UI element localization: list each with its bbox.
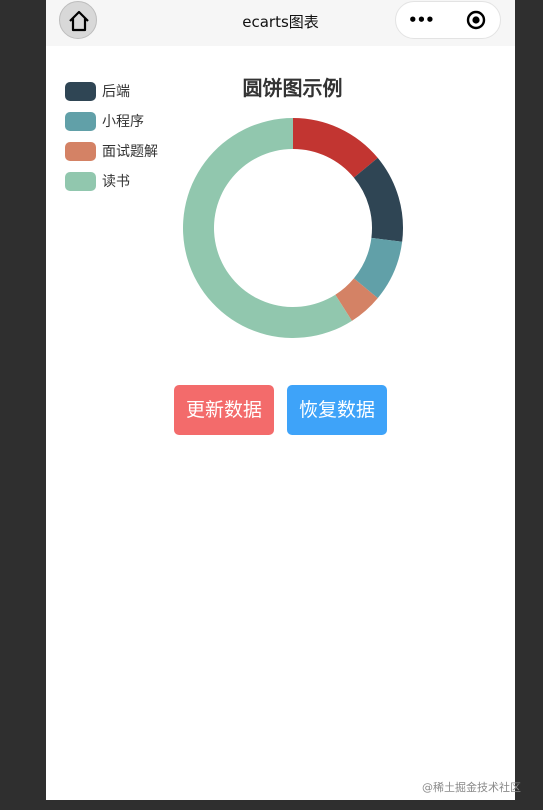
update-data-button[interactable]: 更新数据 xyxy=(174,385,274,435)
watermark: @稀土掘金技术社区 xyxy=(422,781,521,794)
donut-chart xyxy=(182,118,404,338)
restore-data-button[interactable]: 恢复数据 xyxy=(287,385,387,435)
phone-screen: ecarts图表 ••• 后端 小程序 面试题解 读书 圆饼图示例 更新数据 恢复数据 xyxy=(46,0,515,800)
